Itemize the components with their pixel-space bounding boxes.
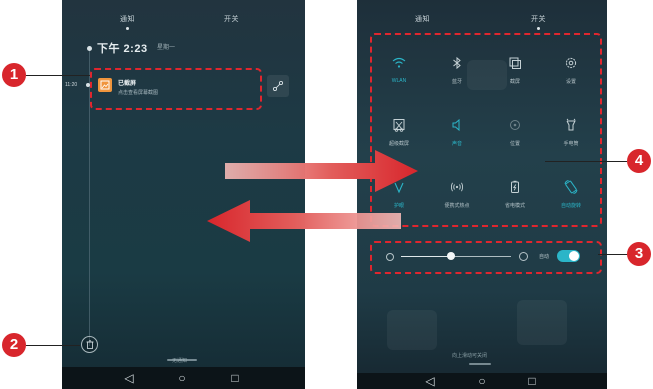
active-tab-indicator <box>537 27 540 30</box>
recents-icon[interactable]: □ <box>525 374 539 388</box>
swipe-left-arrow <box>207 200 401 242</box>
back-icon[interactable]: ◁ <box>122 371 136 385</box>
drag-handle[interactable] <box>167 359 197 361</box>
panel-tabs: 通知 开关 <box>357 10 607 30</box>
callout-leader <box>26 345 80 346</box>
brightness-highlight <box>370 241 602 274</box>
back-icon[interactable]: ◁ <box>423 374 437 388</box>
tab-shortcuts[interactable]: 开关 <box>531 14 546 24</box>
trash-icon[interactable] <box>81 336 98 353</box>
home-icon[interactable]: ○ <box>175 371 189 385</box>
panel-tabs: 通知 开关 <box>62 10 305 30</box>
callout-2: 2 <box>2 333 26 357</box>
background-app <box>517 300 567 345</box>
drag-handle[interactable] <box>469 363 491 365</box>
notification-time: 11:20 <box>65 82 78 88</box>
recents-icon[interactable]: □ <box>228 371 242 385</box>
callout-leader <box>545 161 627 162</box>
tab-notifications[interactable]: 通知 <box>415 14 430 24</box>
close-hint: 向上滑动可关闭 <box>452 353 488 359</box>
clock-time: 下午 2:23 <box>97 43 148 55</box>
swipe-right-arrow <box>225 150 418 192</box>
navigation-bar: ◁ ○ □ <box>62 367 305 389</box>
notification-highlight <box>90 68 262 110</box>
notification-panel-screen: 通知 开关 下午 2:23 星期一 11:20 已截屏 点击查看屏幕截图 无通知… <box>62 0 305 389</box>
home-icon[interactable]: ○ <box>475 374 489 388</box>
background-app <box>387 310 437 350</box>
callout-4: 4 <box>627 149 651 173</box>
tab-notifications[interactable]: 通知 <box>120 14 135 24</box>
clock-date: 星期一 <box>157 45 176 51</box>
callout-1: 1 <box>2 63 26 87</box>
callout-leader <box>26 75 90 76</box>
share-icon[interactable] <box>267 75 289 97</box>
callout-leader <box>598 254 628 255</box>
timeline-dot <box>87 46 92 51</box>
tab-shortcuts[interactable]: 开关 <box>224 14 239 24</box>
shortcut-switches-highlight <box>370 33 602 227</box>
navigation-bar: ◁ ○ □ <box>357 373 607 389</box>
active-tab-indicator <box>126 27 129 30</box>
callout-3: 3 <box>627 242 651 266</box>
